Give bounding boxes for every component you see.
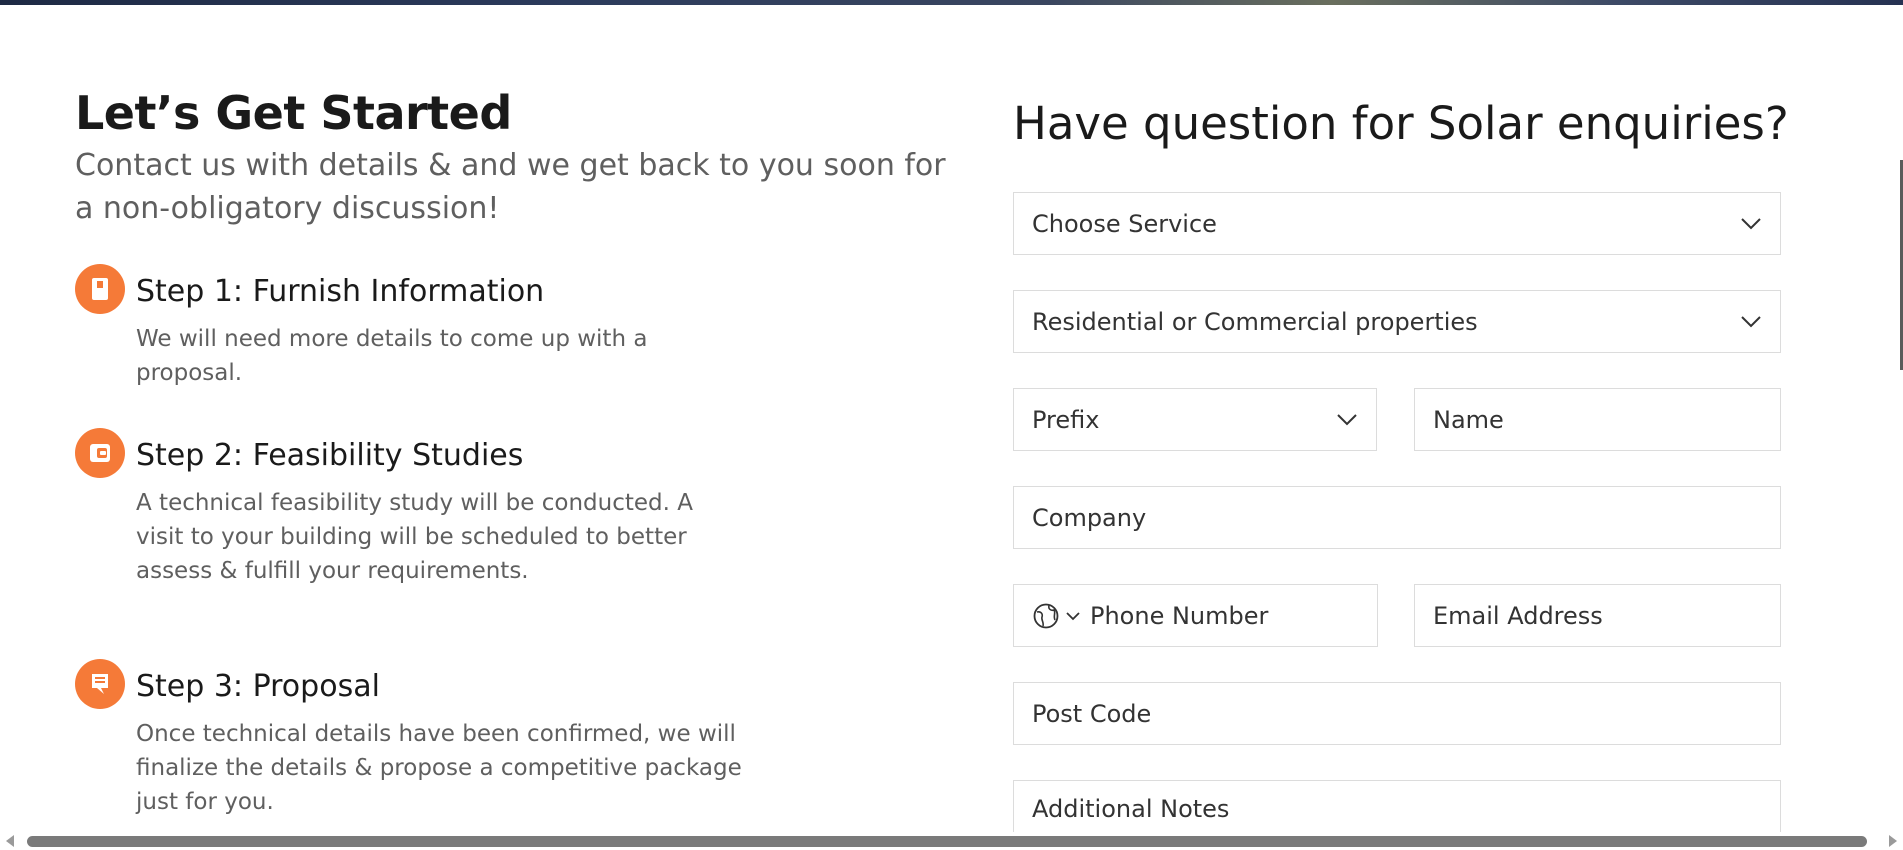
company-field-placeholder: Company — [1032, 503, 1147, 532]
hero-image-edge — [0, 0, 1903, 5]
scroll-left-icon[interactable] — [6, 835, 14, 847]
company-field[interactable]: Company — [1013, 486, 1781, 549]
name-field[interactable]: Name — [1414, 388, 1781, 451]
chevron-down-icon — [1336, 409, 1358, 431]
notes-field[interactable]: Additional Notes — [1013, 780, 1781, 840]
service-select[interactable]: Choose Service — [1013, 192, 1781, 255]
step-1-title: Step 1: Furnish Information — [136, 274, 545, 309]
name-field-placeholder: Name — [1433, 405, 1504, 434]
postcode-field-placeholder: Post Code — [1032, 699, 1152, 728]
notes-field-placeholder: Additional Notes — [1032, 795, 1230, 823]
email-field-placeholder: Email Address — [1433, 601, 1603, 630]
document-icon — [75, 264, 125, 314]
step-2-title: Step 2: Feasibility Studies — [136, 438, 524, 473]
scroll-right-icon[interactable] — [1889, 835, 1897, 847]
horizontal-scrollbar[interactable] — [0, 832, 1903, 850]
prefix-select[interactable]: Prefix — [1013, 388, 1377, 451]
enquiry-form-section: Have question for Solar enquiries? — [1013, 94, 1789, 154]
chevron-down-icon[interactable] — [1066, 611, 1080, 621]
prefix-select-value: Prefix — [1032, 405, 1100, 434]
step-2-description: A technical feasibility study will be co… — [136, 490, 693, 584]
phone-field[interactable]: Phone Number — [1013, 584, 1378, 647]
form-title: Have question for Solar enquiries? — [1013, 97, 1789, 150]
property-type-select-value: Residential or Commercial properties — [1032, 307, 1478, 336]
wallet-icon — [75, 428, 125, 478]
property-type-select[interactable]: Residential or Commercial properties — [1013, 290, 1781, 353]
intro-subheading: Contact us with details & and we get bac… — [75, 148, 946, 226]
chevron-down-icon — [1740, 311, 1762, 333]
scroll-thumb[interactable] — [27, 836, 1867, 847]
service-select-value: Choose Service — [1032, 209, 1217, 238]
chevron-down-icon — [1740, 213, 1762, 235]
step-3-title: Step 3: Proposal — [136, 669, 380, 704]
step-1-description: We will need more details to come up wit… — [136, 326, 648, 386]
page-title: Let’s Get Started — [75, 86, 512, 140]
proposal-icon — [75, 659, 125, 709]
phone-field-placeholder: Phone Number — [1090, 601, 1269, 630]
intro-section: Let’s Get Started Contact us with detail… — [75, 86, 955, 230]
postcode-field[interactable]: Post Code — [1013, 682, 1781, 745]
step-3-description: Once technical details have been confirm… — [136, 721, 742, 815]
globe-icon[interactable] — [1032, 602, 1060, 630]
email-field[interactable]: Email Address — [1414, 584, 1781, 647]
